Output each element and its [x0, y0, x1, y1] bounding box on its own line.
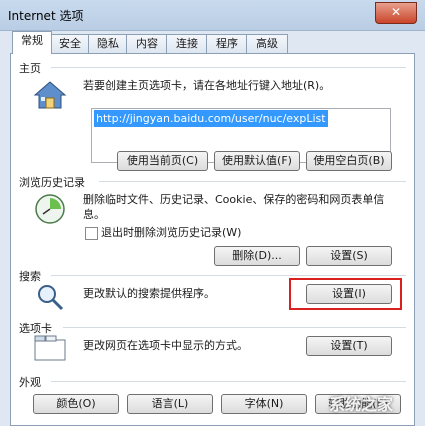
- search-icon: [35, 282, 65, 312]
- use-blank-button[interactable]: 使用空白页(B): [306, 151, 392, 171]
- home-description: 若要创建主页选项卡，请在各地址行键入地址(R)。: [83, 79, 331, 92]
- search-description: 更改默认的搜索提供程序。: [83, 287, 215, 300]
- use-default-button[interactable]: 使用默认值(F): [214, 151, 300, 171]
- tab-content[interactable]: 内容: [126, 34, 168, 53]
- tab-general[interactable]: 常规: [12, 31, 52, 54]
- tabs-icon: [33, 334, 67, 362]
- title-bar: Internet 选项 ✕: [0, 0, 425, 31]
- languages-button[interactable]: 语言(L): [127, 394, 213, 414]
- history-settings-button[interactable]: 设置(S): [306, 246, 392, 266]
- watermark-logo: 系统之家: [328, 395, 393, 414]
- tab-programs[interactable]: 程序: [206, 34, 248, 53]
- general-tab-panel: 主页 若要创建主页选项卡，请在各地址行键入地址(R)。 http://jingy…: [10, 53, 415, 426]
- history-description: 删除临时文件、历史记录、Cookie、保存的密码和网页表单信息。: [83, 193, 385, 221]
- delete-on-exit-label: 退出时删除浏览历史记录(W): [101, 226, 242, 239]
- history-section-label: 浏览历史记录: [19, 176, 85, 189]
- delete-history-button[interactable]: 删除(D)...: [214, 246, 300, 266]
- use-current-button[interactable]: 使用当前页(C): [117, 151, 208, 171]
- tab-advanced[interactable]: 高级: [246, 34, 288, 53]
- home-divider: [51, 67, 406, 68]
- home-icon: [33, 80, 67, 110]
- history-icon: [33, 192, 67, 226]
- home-section-label: 主页: [19, 62, 41, 75]
- fonts-button[interactable]: 字体(N): [221, 394, 307, 414]
- tab-security[interactable]: 安全: [50, 34, 90, 53]
- history-divider: [99, 181, 406, 182]
- close-button[interactable]: ✕: [375, 2, 417, 24]
- tab-privacy[interactable]: 隐私: [88, 34, 128, 53]
- delete-on-exit-checkbox[interactable]: [85, 227, 98, 240]
- tab-connections[interactable]: 连接: [166, 34, 208, 53]
- appearance-section-label: 外观: [19, 376, 41, 389]
- window-title: Internet 选项: [8, 9, 84, 23]
- appearance-divider: [51, 381, 406, 382]
- search-button-highlight: [289, 278, 402, 310]
- home-url-text: http://jingyan.baidu.com/user/nuc/expLis…: [94, 110, 328, 127]
- tabs-description: 更改网页在选项卡中显示的方式。: [83, 339, 248, 352]
- tabs-divider: [63, 327, 406, 328]
- tabs-settings-button[interactable]: 设置(T): [306, 336, 392, 356]
- colors-button[interactable]: 颜色(O): [33, 394, 119, 414]
- search-divider: [51, 275, 406, 276]
